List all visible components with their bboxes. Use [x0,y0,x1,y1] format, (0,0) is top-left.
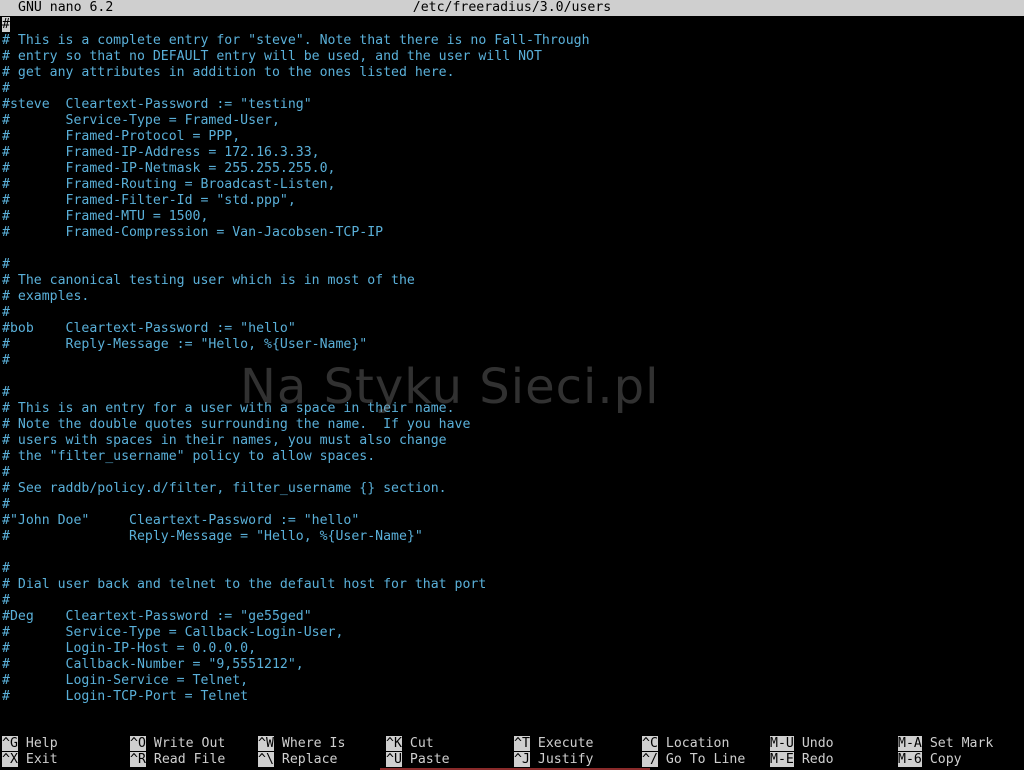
shortcut-key: M-A [898,736,922,751]
shortcut-exit[interactable]: ^X Exit [2,752,58,768]
editor-line[interactable]: # Framed-IP-Netmask = 255.255.255.0, [2,161,1022,177]
shortcut-copy[interactable]: M-6 Copy [898,752,962,768]
shortcut-key: ^K [386,736,402,751]
editor-line[interactable]: # Framed-IP-Address = 172.16.3.33, [2,145,1022,161]
editor-line[interactable]: # Framed-MTU = 1500, [2,209,1022,225]
shortcut-where-is[interactable]: ^W Where Is [258,736,345,752]
shortcut-label: Execute [537,736,594,751]
shortcut-location[interactable]: ^C Location [642,736,729,752]
shortcut-label: Exit [25,752,58,767]
shortcut-key: ^W [258,736,274,751]
editor-line[interactable]: # the "filter_username" policy to allow … [2,449,1022,465]
editor-line[interactable]: # [2,497,1022,513]
shortcut-undo[interactable]: M-U Undo [770,736,834,752]
shortcut-replace[interactable]: ^\ Replace [258,752,337,768]
shortcut-set-mark[interactable]: M-A Set Mark [898,736,993,752]
editor-line[interactable]: #steve Cleartext-Password := "testing" [2,97,1022,113]
shortcut-label: Redo [801,752,834,767]
shortcut-key: M-6 [898,752,922,767]
shortcut-justify[interactable]: ^J Justify [514,752,593,768]
editor-line[interactable]: # [2,465,1022,481]
editor-line[interactable]: # Framed-Filter-Id = "std.ppp", [2,193,1022,209]
shortcut-key: ^R [130,752,146,767]
cursor: # [2,17,10,32]
shortcut-execute[interactable]: ^T Execute [514,736,593,752]
title-bar: /etc/freeradius/3.0/users GNU nano 6.2 [0,0,1024,16]
shortcut-cut[interactable]: ^K Cut [386,736,434,752]
shortcut-key: ^\ [258,752,274,767]
shortcut-label: Replace [281,752,338,767]
editor-line[interactable]: # [2,305,1022,321]
shortcut-key: ^U [386,752,402,767]
shortcut-key: ^O [130,736,146,751]
editor-line[interactable]: #"John Doe" Cleartext-Password := "hello… [2,513,1022,529]
shortcut-label: Write Out [153,736,226,751]
shortcut-bar: ^G Help ^X Exit ^O Write Out ^R Read File ^W Wher… [0,736,1024,770]
app-name: GNU nano 6.2 [18,0,114,15]
file-path: /etc/freeradius/3.0/users [412,0,612,15]
editor-line[interactable]: # Note the double quotes surrounding the… [2,417,1022,433]
editor-line[interactable]: # [2,17,1022,33]
editor-line[interactable]: # entry so that no DEFAULT entry will be… [2,49,1022,65]
editor-line[interactable]: #bob Cleartext-Password := "hello" [2,321,1022,337]
shortcut-read-file[interactable]: ^R Read File [130,752,225,768]
editor-line[interactable]: # Login-Service = Telnet, [2,673,1022,689]
watermark: Na Styku Sieci.pl [240,359,660,415]
editor-line[interactable]: # Reply-Message := "Hello, %{User-Name}" [2,337,1022,353]
editor-line[interactable]: # Login-TCP-Port = Telnet [2,689,1022,705]
editor-line[interactable]: # Framed-Routing = Broadcast-Listen, [2,177,1022,193]
editor-line[interactable]: # This is a complete entry for "steve". … [2,33,1022,49]
editor-line[interactable]: # Login-IP-Host = 0.0.0.0, [2,641,1022,657]
shortcut-key: ^C [642,736,658,751]
shortcut-key: ^G [2,736,18,751]
editor-line[interactable]: # [2,81,1022,97]
shortcut-go-to-line[interactable]: ^/ Go To Line [642,752,745,768]
shortcut-label: Cut [409,736,434,751]
editor-line[interactable]: #Deg Cleartext-Password := "ge55ged" [2,609,1022,625]
shortcut-label: Undo [801,736,834,751]
editor-line[interactable]: # See raddb/policy.d/filter, filter_user… [2,481,1022,497]
shortcut-label: Set Mark [929,736,994,751]
editor-line[interactable]: # Framed-Protocol = PPP, [2,129,1022,145]
editor-line[interactable]: # Service-Type = Callback-Login-User, [2,625,1022,641]
shortcut-label: Help [25,736,58,751]
shortcut-help[interactable]: ^G Help [2,736,58,752]
editor-line[interactable]: # Service-Type = Framed-User, [2,113,1022,129]
shortcut-label: Paste [409,752,450,767]
editor-line[interactable]: # Reply-Message = "Hello, %{User-Name}" [2,529,1022,545]
shortcut-label: Location [665,736,730,751]
shortcut-key: ^/ [642,752,658,767]
shortcut-key: M-E [770,752,794,767]
editor-line[interactable]: # examples. [2,289,1022,305]
shortcut-label: Where Is [281,736,346,751]
editor-line[interactable] [2,545,1022,561]
editor-line[interactable]: # Callback-Number = "9,5551212", [2,657,1022,673]
shortcut-label: Go To Line [665,752,746,767]
editor-line[interactable] [2,241,1022,257]
shortcut-label: Copy [929,752,962,767]
editor-line[interactable]: # Framed-Compression = Van-Jacobsen-TCP-… [2,225,1022,241]
shortcut-key: ^T [514,736,530,751]
shortcut-key: M-U [770,736,794,751]
shortcut-redo[interactable]: M-E Redo [770,752,834,768]
shortcut-key: ^J [514,752,530,767]
editor-line[interactable]: # The canonical testing user which is in… [2,273,1022,289]
shortcut-key: ^X [2,752,18,767]
shortcut-label: Justify [537,752,594,767]
editor-line[interactable]: # [2,257,1022,273]
editor-line[interactable]: # [2,593,1022,609]
editor-line[interactable]: # users with spaces in their names, you … [2,433,1022,449]
editor-line[interactable]: # get any attributes in addition to the … [2,65,1022,81]
shortcut-write-out[interactable]: ^O Write Out [130,736,225,752]
shortcut-paste[interactable]: ^U Paste [386,752,450,768]
editor-line[interactable]: # [2,561,1022,577]
editor-line[interactable]: # Dial user back and telnet to the defau… [2,577,1022,593]
shortcut-label: Read File [153,752,226,767]
